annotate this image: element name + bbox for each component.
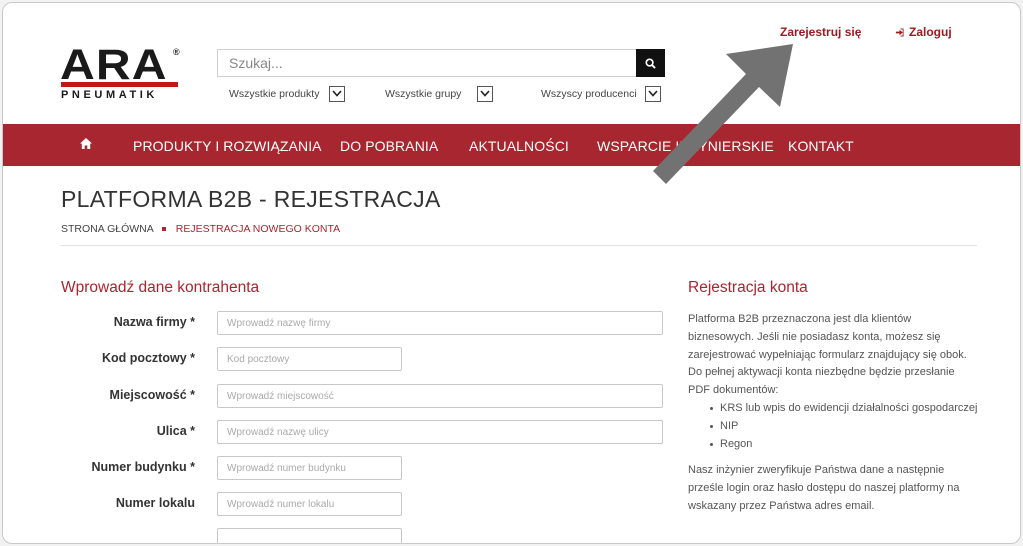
search-bar xyxy=(217,49,665,77)
company-name-label: Nazwa firmy * xyxy=(113,315,195,329)
next-field-input-partial[interactable] xyxy=(217,528,402,543)
registration-info: Platforma B2B przeznaczona jest dla klie… xyxy=(688,311,978,516)
search-button[interactable] xyxy=(636,49,665,77)
logo-sub: PNEUMATIK xyxy=(61,89,158,101)
search-input[interactable] xyxy=(217,49,636,77)
page-title: PLATFORMA B2B - REJESTRACJA xyxy=(61,186,441,212)
ara-pneumatik-logo[interactable]: ARA ® PNEUMATIK xyxy=(60,44,182,105)
field-company-name: Nazwa firmy * xyxy=(3,311,683,335)
home-icon xyxy=(80,138,92,149)
nav-item-products[interactable]: PRODUKTY I ROZWIĄZANIA xyxy=(133,138,322,154)
chevron-down-icon xyxy=(480,90,491,97)
chevron-down-icon xyxy=(648,90,658,97)
info-intro: Platforma B2B przeznaczona jest dla klie… xyxy=(688,313,967,397)
list-item: KRS lub wpis do ewidencji działalności g… xyxy=(688,400,978,418)
form-section-title: Wprowadź dane kontrahenta xyxy=(61,279,260,296)
filter-products-dropdown[interactable] xyxy=(329,85,346,102)
unit-number-label: Numer lokalu xyxy=(115,496,195,510)
main-nav: PRODUKTY I ROZWIĄZANIA DO POBRANIA AKTUA… xyxy=(3,124,1020,166)
nav-home[interactable] xyxy=(79,137,93,153)
filter-groups-label: Wszystkie grupy xyxy=(385,87,462,100)
list-item: Regon xyxy=(688,436,978,454)
filter-groups-dropdown[interactable] xyxy=(477,85,494,102)
nav-item-engineering-support[interactable]: WSPARCIE INŻYNIERSKIE xyxy=(597,138,774,154)
building-number-input[interactable] xyxy=(217,456,402,480)
divider xyxy=(61,245,977,246)
city-label: Miejscowość * xyxy=(109,388,195,402)
field-unit-number: Numer lokalu xyxy=(3,492,683,516)
breadcrumb-current: REJESTRACJA NOWEGO KONTA xyxy=(175,223,341,235)
breadcrumb-home[interactable]: STRONA GŁÓWNA xyxy=(61,223,154,235)
login-link-label: Zaloguj xyxy=(909,25,952,39)
filter-products-label: Wszystkie produkty xyxy=(229,87,320,100)
filter-producers[interactable]: Wszyscy producenci xyxy=(541,85,661,102)
street-input[interactable] xyxy=(217,420,663,444)
browser-frame: ARA ® PNEUMATIK Wszystkie produkty Wszys… xyxy=(2,2,1021,544)
field-postal-code: Kod pocztowy * xyxy=(3,347,683,371)
field-street: Ulica * xyxy=(3,420,683,444)
site-header: ARA ® PNEUMATIK Wszystkie produkty Wszys… xyxy=(3,3,1020,124)
nav-item-news[interactable]: AKTUALNOŚCI xyxy=(469,138,569,154)
postal-code-label: Kod pocztowy * xyxy=(101,351,195,365)
company-name-input[interactable] xyxy=(217,311,663,335)
logo-red-bar xyxy=(61,82,178,87)
street-label: Ulica * xyxy=(156,424,195,438)
field-city: Miejscowość * xyxy=(3,384,683,408)
filter-producers-label: Wszyscy producenci xyxy=(541,87,637,100)
breadcrumb: STRONA GŁÓWNA REJESTRACJA NOWEGO KONTA xyxy=(61,223,340,235)
building-number-label: Numer budynku * xyxy=(91,460,196,474)
search-icon xyxy=(645,57,656,69)
info-outro: Nasz inżynier zweryfikuje Państwa dane a… xyxy=(688,464,960,512)
nav-item-contact[interactable]: KONTAKT xyxy=(788,138,854,154)
city-input[interactable] xyxy=(217,384,663,408)
list-item: NIP xyxy=(688,418,978,436)
field-building-number: Numer budynku * xyxy=(3,456,683,480)
login-link[interactable]: Zaloguj xyxy=(895,25,952,39)
unit-number-input[interactable] xyxy=(217,492,402,516)
nav-item-downloads[interactable]: DO POBRANIA xyxy=(340,138,438,154)
chevron-down-icon xyxy=(332,90,343,97)
required-documents-list: KRS lub wpis do ewidencji działalności g… xyxy=(688,400,978,453)
sign-in-icon xyxy=(895,27,904,37)
filter-producers-dropdown[interactable] xyxy=(644,85,661,102)
filter-groups[interactable]: Wszystkie grupy xyxy=(385,85,494,102)
breadcrumb-separator xyxy=(161,227,166,231)
postal-code-input[interactable] xyxy=(217,347,402,371)
info-section-title: Rejestracja konta xyxy=(688,279,808,296)
register-link[interactable]: Zarejestruj się xyxy=(780,25,861,39)
logo-registered-mark: ® xyxy=(173,47,180,57)
filter-products[interactable]: Wszystkie produkty xyxy=(229,85,346,102)
